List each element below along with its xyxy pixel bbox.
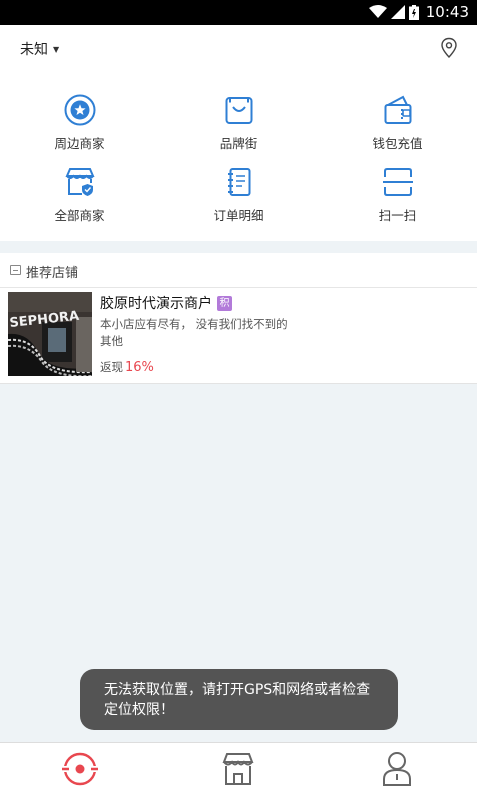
recommended-section-header: 推荐店铺: [0, 253, 477, 288]
wifi-icon: [368, 5, 387, 18]
location-pin-icon[interactable]: [439, 37, 459, 59]
grid-item-label: 全部商家: [54, 208, 105, 223]
grid-item-label: 扫一扫: [378, 208, 417, 223]
scan-icon: [382, 168, 413, 196]
grid-item-label: 订单明细: [213, 208, 264, 223]
status-bar: 10:43: [0, 0, 477, 25]
grid-item-label: 钱包充值: [372, 136, 423, 151]
grid-item-label: 周边商家: [54, 136, 105, 151]
feature-grid: 周边商家 品牌街 钱包充值 全部商家 订单明细 扫一扫: [0, 73, 477, 241]
points-badge: 积: [217, 295, 232, 311]
order-list-icon: [227, 168, 250, 196]
location-error-toast: 无法获取位置，请打开GPS和网络或者检查定位权限！: [80, 669, 398, 730]
caret-down-icon: ▼: [53, 44, 60, 54]
section-title: 推荐店铺: [26, 266, 79, 281]
grid-item-wallet[interactable]: 钱包充值: [318, 93, 477, 165]
wallet-icon: [384, 95, 411, 124]
user-icon[interactable]: [377, 749, 417, 789]
rebate-label: 返现: [100, 360, 123, 374]
grid-item-all-merchants[interactable]: 全部商家: [0, 165, 159, 237]
rebate-value: 16%: [125, 360, 154, 375]
top-bar: 未知 ▼: [0, 25, 477, 73]
grid-item-nearby[interactable]: 周边商家: [0, 93, 159, 165]
location-label: 未知: [20, 42, 48, 58]
grid-item-label: 品牌街: [219, 136, 258, 151]
shop-name: 胶原时代演示商户: [100, 296, 212, 312]
signal-icon: [390, 5, 405, 19]
store-icon[interactable]: [218, 749, 258, 789]
grid-item-scan[interactable]: 扫一扫: [318, 165, 477, 237]
shop-description: 本小店应有尽有， 没有我们找不到的: [100, 317, 288, 331]
shop-rebate: 返现 16%: [100, 359, 154, 375]
shopping-bag-icon: [225, 97, 252, 124]
store-icon: [64, 168, 95, 196]
battery-icon: [408, 4, 419, 20]
section-icon: [10, 265, 21, 275]
location-selector[interactable]: 未知 ▼: [20, 39, 59, 59]
shop-name-row: 胶原时代演示商户 积: [100, 293, 232, 313]
home-target-icon[interactable]: [60, 749, 100, 789]
shop-thumbnail: SEPHORA: [8, 292, 92, 376]
shop-list-item[interactable]: SEPHORA 胶原时代演示商户 积 本小店应有尽有， 没有我们找不到的 其他 …: [0, 288, 477, 384]
shop-category: 其他: [100, 334, 123, 348]
nearby-merchant-icon: [64, 94, 95, 126]
grid-item-brand-street[interactable]: 品牌街: [159, 93, 318, 165]
bottom-tab-bar: [0, 742, 477, 795]
status-time: 10:43: [425, 3, 469, 21]
grid-item-orders[interactable]: 订单明细: [159, 165, 318, 237]
